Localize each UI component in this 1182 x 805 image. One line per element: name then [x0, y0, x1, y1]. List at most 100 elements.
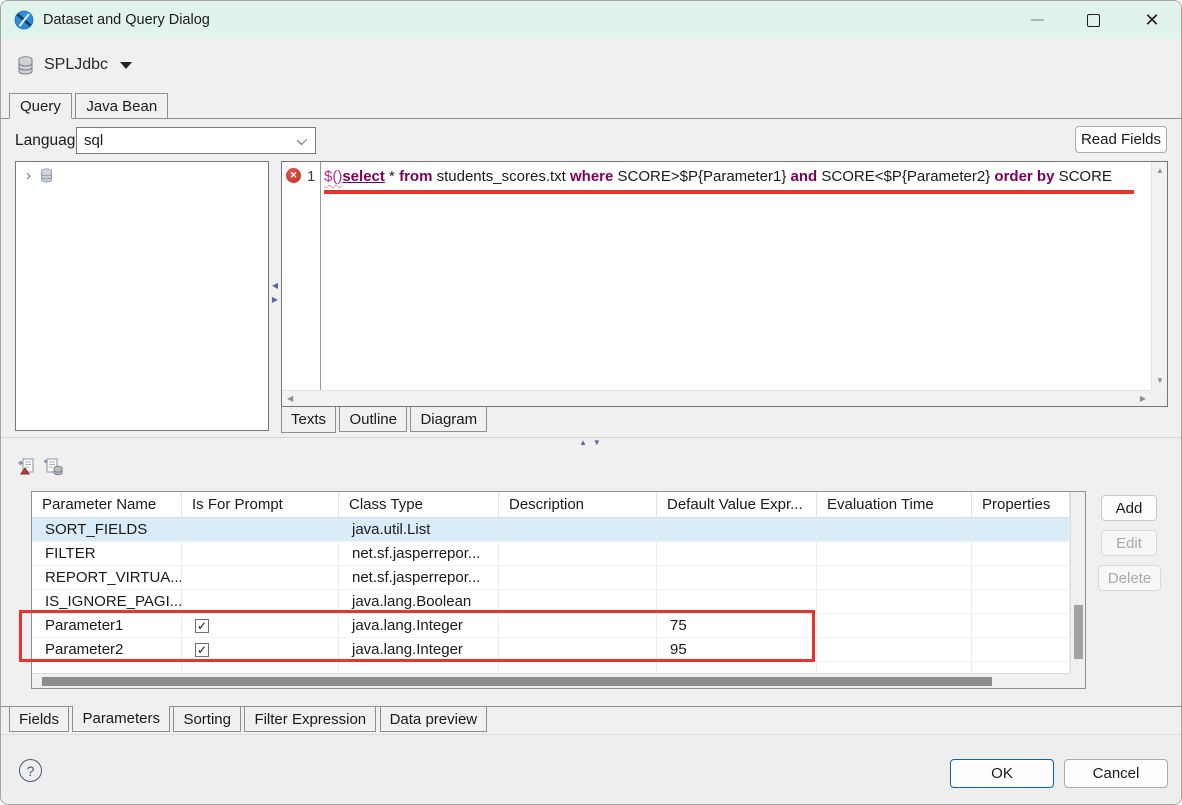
- app-icon: [14, 10, 34, 30]
- editor-view-tabbar: Texts Outline Diagram: [281, 407, 1168, 433]
- window-title: Dataset and Query Dialog: [43, 12, 210, 28]
- dataset-query-dialog: Dataset and Query Dialog ✕ SPLJdbc Query…: [0, 0, 1182, 805]
- sql-code-line[interactable]: $()select * from students_scores.txt whe…: [324, 168, 1112, 185]
- scroll-left-icon[interactable]: ◀: [287, 395, 293, 403]
- tab-parameters[interactable]: Parameters: [72, 706, 170, 732]
- table-cell: ✓: [182, 638, 339, 661]
- edit-button[interactable]: Edit: [1101, 530, 1157, 556]
- table-cell: [499, 518, 657, 541]
- column-header[interactable]: Default Value Expr...: [657, 492, 817, 517]
- read-fields-button[interactable]: Read Fields: [1075, 126, 1167, 153]
- table-cell: net.sf.jasperrepor...: [339, 542, 499, 565]
- table-horizontal-scrollbar[interactable]: [32, 673, 1070, 688]
- table-cell: ✓: [182, 614, 339, 637]
- table-row[interactable]: Parameter2✓java.lang.Integer95: [32, 638, 1070, 662]
- table-row[interactable]: FILTERnet.sf.jasperrepor...: [32, 542, 1070, 566]
- table-cell: [817, 662, 972, 673]
- table-row[interactable]: IS_IGNORE_PAGI...java.lang.Boolean: [32, 590, 1070, 614]
- table-cell: [182, 518, 339, 541]
- tab-texts[interactable]: Texts: [281, 407, 336, 433]
- sql-token: SCORE>$P{Parameter1}: [613, 168, 790, 185]
- is-for-prompt-checkbox[interactable]: ✓: [195, 619, 209, 633]
- chevron-down-icon[interactable]: [120, 62, 132, 69]
- table-cell: [657, 566, 817, 589]
- table-cell: Parameter2: [32, 638, 182, 661]
- tab-java-bean[interactable]: Java Bean: [75, 93, 168, 119]
- table-cell: Parameter1: [32, 614, 182, 637]
- table-row-empty: [32, 662, 1070, 673]
- column-header[interactable]: Parameter Name: [32, 492, 182, 517]
- collapse-up-icon[interactable]: ▲: [579, 438, 587, 447]
- editor-vertical-scrollbar[interactable]: ▲ ▼: [1151, 162, 1167, 390]
- param-table-body: SORT_FIELDSjava.util.ListFILTERnet.sf.ja…: [32, 518, 1070, 673]
- import-parameter-icon[interactable]: [17, 457, 37, 476]
- tab-fields[interactable]: Fields: [9, 707, 69, 732]
- tab-outline[interactable]: Outline: [339, 407, 407, 432]
- column-header[interactable]: Class Type: [339, 492, 499, 517]
- tab-sorting[interactable]: Sorting: [173, 707, 241, 732]
- tree-item-database[interactable]: ›: [16, 162, 268, 183]
- table-cell: [32, 662, 182, 673]
- language-value: sql: [84, 132, 103, 149]
- table-cell: [972, 638, 1070, 661]
- tab-diagram[interactable]: Diagram: [410, 407, 487, 432]
- scroll-up-icon[interactable]: ▲: [1156, 167, 1164, 175]
- title-bar: Dataset and Query Dialog ✕: [1, 1, 1181, 39]
- scrollbar-thumb[interactable]: [1074, 605, 1083, 659]
- error-icon: ✕: [286, 168, 301, 183]
- database-icon: [17, 56, 34, 75]
- data-adapter-name: SPLJdbc: [44, 56, 108, 74]
- close-button[interactable]: ✕: [1129, 1, 1175, 39]
- help-button[interactable]: ?: [19, 759, 42, 782]
- parameters-toolbar: [17, 457, 63, 476]
- expand-down-icon[interactable]: ▼: [593, 438, 601, 447]
- maximize-button[interactable]: [1070, 1, 1116, 39]
- language-select[interactable]: sql: [76, 127, 316, 154]
- column-header[interactable]: Description: [499, 492, 657, 517]
- scrollbar-thumb[interactable]: [42, 677, 992, 686]
- table-cell: [499, 638, 657, 661]
- ok-button[interactable]: OK: [950, 759, 1054, 788]
- scroll-right-icon[interactable]: ▶: [1140, 395, 1146, 403]
- add-button[interactable]: Add: [1101, 495, 1157, 521]
- table-cell: [972, 662, 1070, 673]
- data-adapter-selector[interactable]: SPLJdbc: [1, 47, 1181, 83]
- is-for-prompt-checkbox[interactable]: ✓: [195, 643, 209, 657]
- column-header[interactable]: Evaluation Time: [817, 492, 972, 517]
- column-header[interactable]: Is For Prompt: [182, 492, 339, 517]
- cancel-button[interactable]: Cancel: [1064, 759, 1168, 788]
- editor-horizontal-scrollbar[interactable]: ◀ ▶: [282, 390, 1151, 406]
- tree-expand-chevron-icon[interactable]: ›: [26, 168, 31, 183]
- table-cell: 75: [657, 614, 817, 637]
- sql-token: order by: [994, 168, 1054, 185]
- sql-token: SCORE: [1054, 168, 1112, 185]
- minimize-button[interactable]: [1014, 1, 1060, 39]
- sql-error-underline: [324, 190, 1134, 194]
- table-cell: 95: [657, 638, 817, 661]
- minimize-icon: [1031, 19, 1044, 21]
- table-cell: REPORT_VIRTUA...: [32, 566, 182, 589]
- tab-data-preview[interactable]: Data preview: [380, 707, 488, 732]
- table-row[interactable]: REPORT_VIRTUA...net.sf.jasperrepor...: [32, 566, 1070, 590]
- horizontal-splitter[interactable]: ▲ ▼: [579, 438, 601, 447]
- sql-editor[interactable]: ✕ 1 $()select * from students_scores.txt…: [281, 161, 1168, 407]
- import-parameter-set-icon[interactable]: [43, 457, 63, 476]
- panel-splitter[interactable]: ◀ ▶: [269, 279, 281, 307]
- language-label: Language: [15, 132, 84, 150]
- tab-filter-expression[interactable]: Filter Expression: [244, 707, 376, 732]
- tab-query[interactable]: Query: [9, 93, 72, 119]
- delete-button[interactable]: Delete: [1098, 565, 1161, 591]
- expand-right-icon[interactable]: ▶: [272, 293, 278, 307]
- column-header[interactable]: Properties: [972, 492, 1070, 517]
- table-row[interactable]: SORT_FIELDSjava.util.List: [32, 518, 1070, 542]
- collapse-left-icon[interactable]: ◀: [272, 279, 278, 293]
- table-row[interactable]: Parameter1✓java.lang.Integer75: [32, 614, 1070, 638]
- gutter-divider: [320, 162, 321, 390]
- table-cell: [499, 566, 657, 589]
- scrollbar-corner: [1151, 390, 1167, 406]
- parameters-table[interactable]: Parameter NameIs For PromptClass TypeDes…: [31, 491, 1086, 689]
- table-cell: [657, 518, 817, 541]
- table-vertical-scrollbar[interactable]: [1070, 492, 1085, 673]
- scroll-down-icon[interactable]: ▼: [1156, 377, 1164, 385]
- table-cell: [657, 662, 817, 673]
